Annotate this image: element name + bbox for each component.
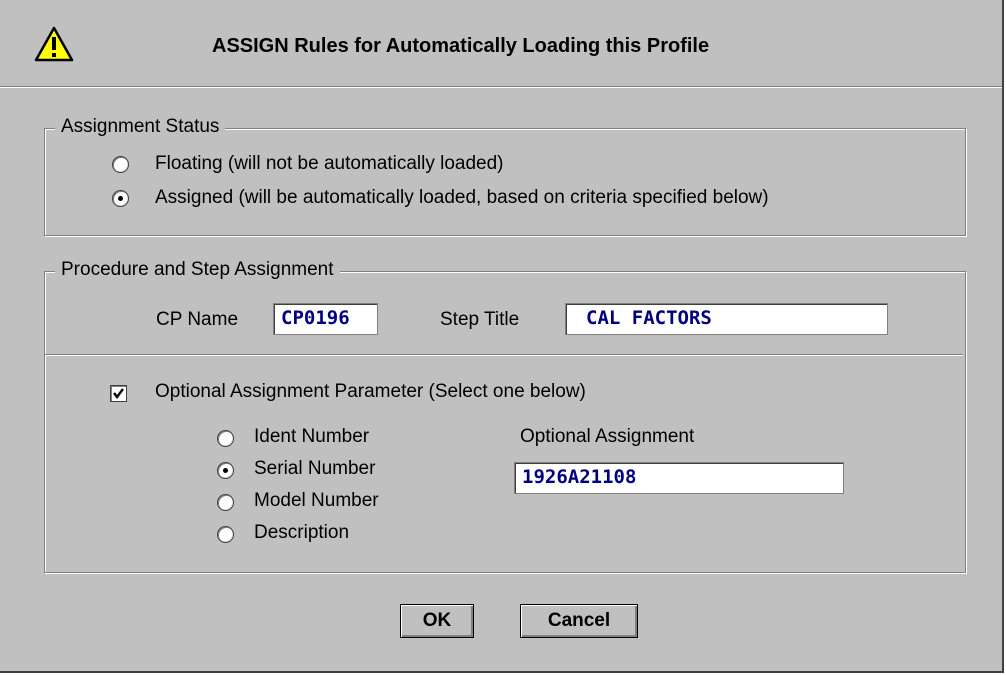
ok-button[interactable]: OK bbox=[400, 604, 474, 638]
step-title-label: Step Title bbox=[440, 309, 520, 330]
floating-label: Floating (will not be automatically load… bbox=[155, 153, 504, 174]
model-number-radio[interactable] bbox=[217, 494, 234, 511]
assigned-label: Assigned (will be automatically loaded, … bbox=[155, 187, 769, 208]
ident-number-radio[interactable] bbox=[217, 430, 234, 447]
serial-number-radio[interactable] bbox=[217, 462, 234, 479]
procedure-step-legend: Procedure and Step Assignment bbox=[55, 259, 340, 281]
checkmark-icon bbox=[113, 388, 124, 399]
cancel-button[interactable]: Cancel bbox=[520, 604, 638, 638]
dialog-title: ASSIGN Rules for Automatically Loading t… bbox=[212, 35, 710, 57]
cp-name-label: CP Name bbox=[156, 309, 239, 330]
optional-parameter-checkbox[interactable] bbox=[110, 385, 127, 402]
assigned-radio[interactable] bbox=[112, 190, 129, 207]
group-divider bbox=[45, 354, 963, 355]
assignment-status-group bbox=[44, 128, 966, 236]
optional-assignment-field[interactable]: 1926A21108 bbox=[514, 462, 844, 494]
optional-parameter-label: Optional Assignment Parameter (Select on… bbox=[155, 381, 586, 402]
description-radio[interactable] bbox=[217, 526, 234, 543]
floating-radio[interactable] bbox=[112, 156, 129, 173]
assignment-status-legend: Assignment Status bbox=[55, 116, 226, 138]
serial-number-label: Serial Number bbox=[254, 458, 376, 479]
ident-number-label: Ident Number bbox=[254, 426, 370, 447]
cp-name-field[interactable]: CP0196 bbox=[273, 303, 378, 335]
description-label: Description bbox=[254, 522, 350, 543]
model-number-label: Model Number bbox=[254, 490, 379, 511]
assign-rules-dialog: ASSIGN Rules for Automatically Loading t… bbox=[0, 0, 1004, 673]
optional-assignment-label: Optional Assignment bbox=[520, 426, 695, 447]
warning-icon bbox=[34, 26, 74, 62]
step-title-field[interactable]: CAL FACTORS bbox=[565, 303, 888, 335]
dialog-header: ASSIGN Rules for Automatically Loading t… bbox=[0, 0, 1002, 87]
